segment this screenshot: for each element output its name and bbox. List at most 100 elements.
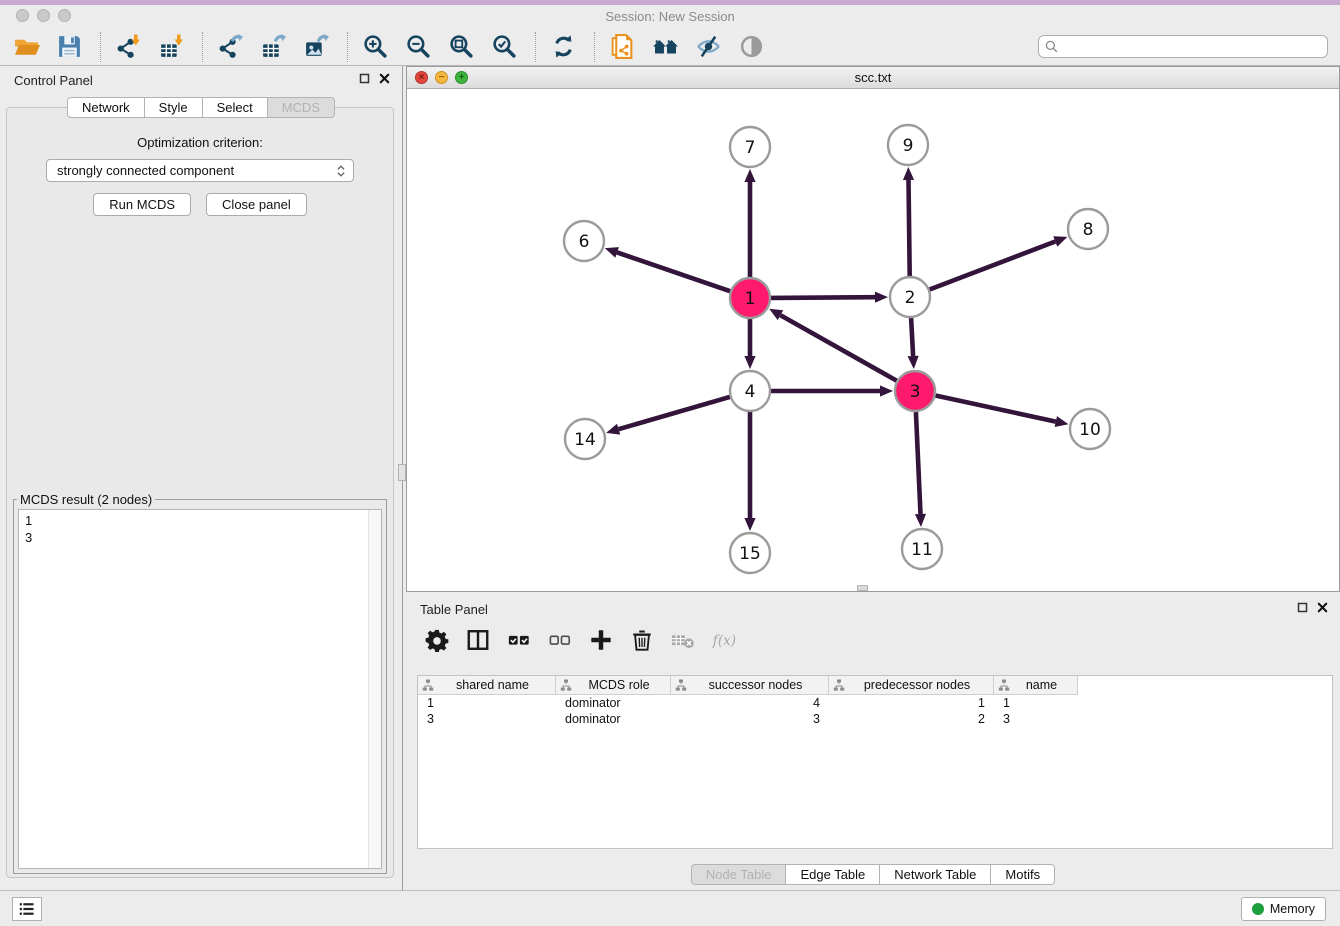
deselect-all-columns-button[interactable] xyxy=(547,627,573,653)
close-table-panel-icon[interactable] xyxy=(1317,602,1328,613)
float-panel-icon[interactable] xyxy=(359,73,370,84)
table-row[interactable]: 3dominator323 xyxy=(418,711,1332,727)
graph-edge-1-6[interactable] xyxy=(605,247,730,291)
table-cell[interactable]: 3 xyxy=(418,711,556,727)
network-maximize-button[interactable]: + xyxy=(455,71,468,84)
graph-edge-2-8[interactable] xyxy=(930,236,1068,289)
tab-network-table[interactable]: Network Table xyxy=(880,864,991,885)
table-settings-button[interactable] xyxy=(424,627,450,653)
tab-motifs[interactable]: Motifs xyxy=(991,864,1055,885)
network-close-button[interactable]: × xyxy=(415,71,428,84)
graph-edge-4-15[interactable] xyxy=(744,412,755,531)
memory-button[interactable]: Memory xyxy=(1241,897,1326,921)
column-header-predecessor-nodes[interactable]: predecessor nodes xyxy=(829,676,994,695)
new-network-button[interactable] xyxy=(606,31,638,63)
graph-node-6[interactable]: 6 xyxy=(564,221,604,261)
result-scrollbar[interactable] xyxy=(368,510,381,868)
column-header-mcds-role[interactable]: MCDS role xyxy=(556,676,671,695)
add-column-button[interactable] xyxy=(588,627,614,653)
delete-column-button[interactable] xyxy=(629,627,655,653)
graph-node-9[interactable]: 9 xyxy=(888,125,928,165)
svg-text:f(x): f(x) xyxy=(712,633,736,649)
export-table-button[interactable] xyxy=(257,31,289,63)
apply-layout-button[interactable] xyxy=(547,31,579,63)
zoom-out-button[interactable] xyxy=(402,31,434,63)
graph-node-10[interactable]: 10 xyxy=(1070,409,1110,449)
open-session-button[interactable] xyxy=(10,31,42,63)
graph-node-8[interactable]: 8 xyxy=(1068,209,1108,249)
export-network-button[interactable] xyxy=(214,31,246,63)
graph-node-15[interactable]: 15 xyxy=(730,533,770,573)
graph-node-11[interactable]: 11 xyxy=(902,529,942,569)
close-panel-button[interactable]: Close panel xyxy=(206,193,307,216)
tab-node-table[interactable]: Node Table xyxy=(691,864,787,885)
show-hidden-button[interactable] xyxy=(735,31,767,63)
checkboxes-checked-icon xyxy=(507,628,531,652)
close-panel-icon[interactable] xyxy=(379,73,390,84)
search-input[interactable] xyxy=(1063,40,1321,54)
home-button[interactable] xyxy=(649,31,681,63)
graph-edge-3-10[interactable] xyxy=(936,396,1069,428)
zoom-selected-button[interactable] xyxy=(488,31,520,63)
export-image-icon xyxy=(303,33,330,60)
save-session-button[interactable] xyxy=(53,31,85,63)
graph-edge-1-4[interactable] xyxy=(744,319,755,369)
network-window-titlebar[interactable]: scc.txt × − + xyxy=(407,67,1339,89)
network-canvas[interactable]: 7 9 6 8 1 2 4 3 14 10 15 11 xyxy=(407,89,1339,591)
task-history-button[interactable] xyxy=(12,897,42,921)
table-cell[interactable]: 2 xyxy=(829,711,994,727)
import-table-button[interactable] xyxy=(155,31,187,63)
table-cell[interactable]: dominator xyxy=(556,695,671,711)
mcds-result-textarea[interactable]: 13 xyxy=(18,509,382,869)
graph-node-2[interactable]: 2 xyxy=(890,277,930,317)
zoom-in-button[interactable] xyxy=(359,31,391,63)
graph-node-4[interactable]: 4 xyxy=(730,371,770,411)
table-cell[interactable]: 1 xyxy=(994,695,1078,711)
graph-node-7[interactable]: 7 xyxy=(730,127,770,167)
svg-text:15: 15 xyxy=(739,544,761,564)
optimization-criterion-select[interactable]: strongly connected component xyxy=(46,159,354,182)
column-header-successor-nodes[interactable]: successor nodes xyxy=(671,676,829,695)
table-cell[interactable]: 1 xyxy=(418,695,556,711)
float-table-panel-icon[interactable] xyxy=(1297,602,1308,613)
zoom-fit-button[interactable] xyxy=(445,31,477,63)
graph-edge-4-3[interactable] xyxy=(771,385,893,396)
panel-splitter-handle[interactable] xyxy=(398,464,406,481)
graph-edge-2-3[interactable] xyxy=(908,318,919,369)
tab-style[interactable]: Style xyxy=(145,97,203,118)
search-field[interactable] xyxy=(1038,35,1328,58)
node-table[interactable]: shared nameMCDS rolesuccessor nodesprede… xyxy=(417,675,1333,849)
graph-edge-1-7[interactable] xyxy=(744,169,755,277)
graph-edge-4-14[interactable] xyxy=(606,397,730,435)
table-cell[interactable]: 4 xyxy=(671,695,829,711)
column-header-shared-name[interactable]: shared name xyxy=(418,676,556,695)
graph-node-14[interactable]: 14 xyxy=(565,419,605,459)
table-row[interactable]: 1dominator411 xyxy=(418,695,1332,711)
graph-node-1[interactable]: 1 xyxy=(730,278,770,318)
table-cell[interactable]: 3 xyxy=(671,711,829,727)
network-minimize-button[interactable]: − xyxy=(435,71,448,84)
graph-edge-3-11[interactable] xyxy=(915,412,926,527)
tab-select[interactable]: Select xyxy=(203,97,268,118)
table-panel-tabs: Node TableEdge TableNetwork TableMotifs xyxy=(406,864,1340,885)
graph-node-3[interactable]: 3 xyxy=(895,371,935,411)
column-header-name[interactable]: name xyxy=(994,676,1078,695)
select-all-columns-button[interactable] xyxy=(506,627,532,653)
show-column-button[interactable] xyxy=(465,627,491,653)
import-network-button[interactable] xyxy=(112,31,144,63)
tab-edge-table[interactable]: Edge Table xyxy=(786,864,880,885)
hide-selected-button[interactable] xyxy=(692,31,724,63)
graph-edge-1-2[interactable] xyxy=(771,292,888,303)
save-icon xyxy=(56,33,83,60)
memory-label: Memory xyxy=(1270,902,1315,916)
graph-edge-3-1[interactable] xyxy=(769,309,897,381)
graph-edge-2-9[interactable] xyxy=(903,167,914,276)
table-cell[interactable]: dominator xyxy=(556,711,671,727)
run-mcds-button[interactable]: Run MCDS xyxy=(93,193,191,216)
export-image-button[interactable] xyxy=(300,31,332,63)
table-cell[interactable]: 3 xyxy=(994,711,1078,727)
tab-network[interactable]: Network xyxy=(67,97,145,118)
tab-mcds[interactable]: MCDS xyxy=(268,97,335,118)
table-cell[interactable]: 1 xyxy=(829,695,994,711)
canvas-splitter-handle[interactable] xyxy=(857,585,868,591)
